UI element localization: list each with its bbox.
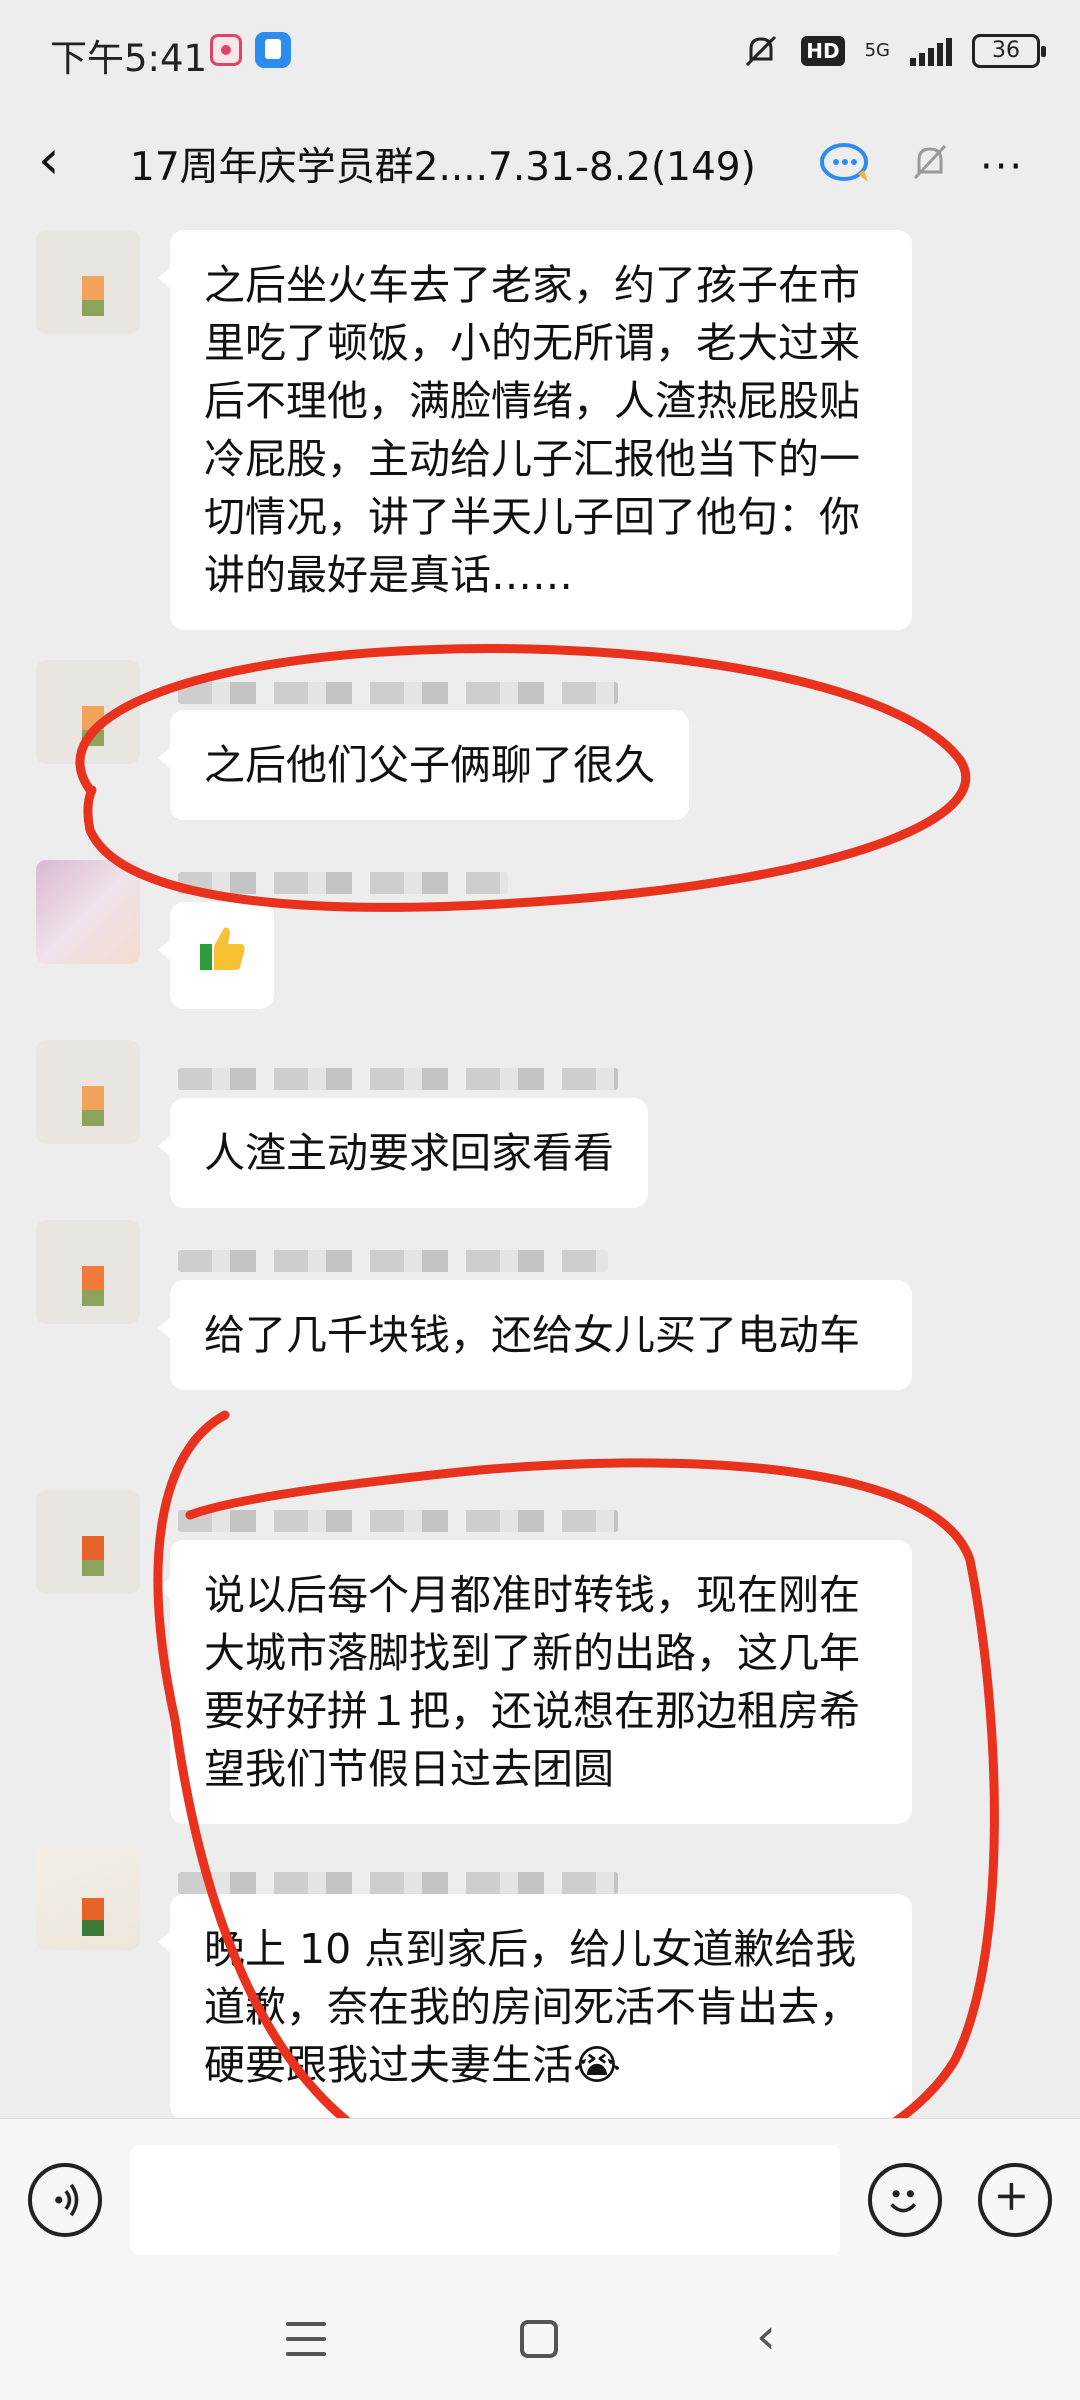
avatar[interactable] [36,1846,140,1950]
sender-name-blurred [178,682,618,704]
message-bubble[interactable]: 晚上 10 点到家后，给儿女道歉给我道歉，奈在我的房间死活不肯出去，硬要跟我过夫… [158,1894,912,2120]
voice-input-button[interactable] [28,2163,102,2237]
message-text: 人渣主动要求回家看看 [204,1129,614,1177]
status-bar: 下午5:41 HD 5G 36 [0,0,1080,100]
avatar[interactable] [36,660,140,764]
network-type: 5G [864,40,890,61]
chat-title: 17周年庆学员群2....7.31-8.2(149) [130,145,756,190]
message-text: 说以后每个月都准时转钱，现在刚在大城市落脚找到了新的出路，这几年要好好拼１把，还… [204,1571,860,1793]
home-button[interactable] [520,2320,558,2358]
input-bar [0,2118,1080,2278]
sender-name-blurred [178,1872,618,1894]
message-bubble[interactable]: 人渣主动要求回家看看 [158,1098,648,1208]
message-text: 之后坐火车去了老家，约了孩子在市里吃了顿饭，小的无所谓，老大过来后不理他，满脸情… [204,261,860,599]
thumbs-up-icon [200,927,245,970]
message-bubble[interactable]: 给了几千块钱，还给女儿买了电动车 [158,1280,912,1390]
more-functions-button[interactable] [978,2163,1052,2237]
nav-back-button[interactable]: ‹ [756,2308,776,2364]
status-time: 下午5:41 [50,37,208,80]
vibrate-off-icon [746,35,777,67]
message-bubble[interactable] [158,902,274,1009]
avatar[interactable] [36,230,140,334]
status-indicators: HD 5G 36 [741,26,1046,76]
message-bubble[interactable]: 说以后每个月都准时转钱，现在刚在大城市落脚找到了新的出路，这几年要好好拼１把，还… [158,1540,912,1824]
message-text: 晚上 10 点到家后，给儿女道歉给我道歉，奈在我的房间死活不肯出去，硬要跟我过夫… [204,1925,860,2089]
mute-bell-icon[interactable] [910,140,950,184]
avatar[interactable] [36,1040,140,1144]
more-icon[interactable]: ··· [980,144,1024,190]
signal-icon [910,36,952,66]
system-navigation-bar: ‹ [0,2278,1080,2400]
message-bubble[interactable]: 之后坐火车去了老家，约了孩子在市里吃了顿饭，小的无所谓，老大过来后不理他，满脸情… [158,230,912,630]
sender-name-blurred [178,1068,618,1090]
hd-icon: HD [801,36,845,66]
recent-apps-button[interactable] [286,2322,326,2356]
sender-name-blurred [178,872,508,894]
message-text: 给了几千块钱，还给女儿买了电动车 [204,1311,860,1359]
message-bubble[interactable]: 之后他们父子俩聊了很久 [158,710,689,820]
back-button[interactable]: ‹ [38,132,60,188]
avatar[interactable] [36,860,140,964]
message-input[interactable] [130,2145,840,2255]
sender-name-blurred [178,1250,608,1272]
group-chat-icon[interactable] [818,140,874,186]
avatar[interactable] [36,1220,140,1324]
emoji-button[interactable] [868,2163,942,2237]
message-text: 之后他们父子俩聊了很久 [204,741,655,789]
chat-header: ‹ 17周年庆学员群2....7.31-8.2(149) ··· [0,100,1080,220]
avatar[interactable] [36,1490,140,1594]
app-notification-icon [210,34,242,66]
sender-name-blurred [178,1510,618,1532]
app-notification-icon [255,32,291,68]
battery-icon: 36 [972,34,1046,68]
